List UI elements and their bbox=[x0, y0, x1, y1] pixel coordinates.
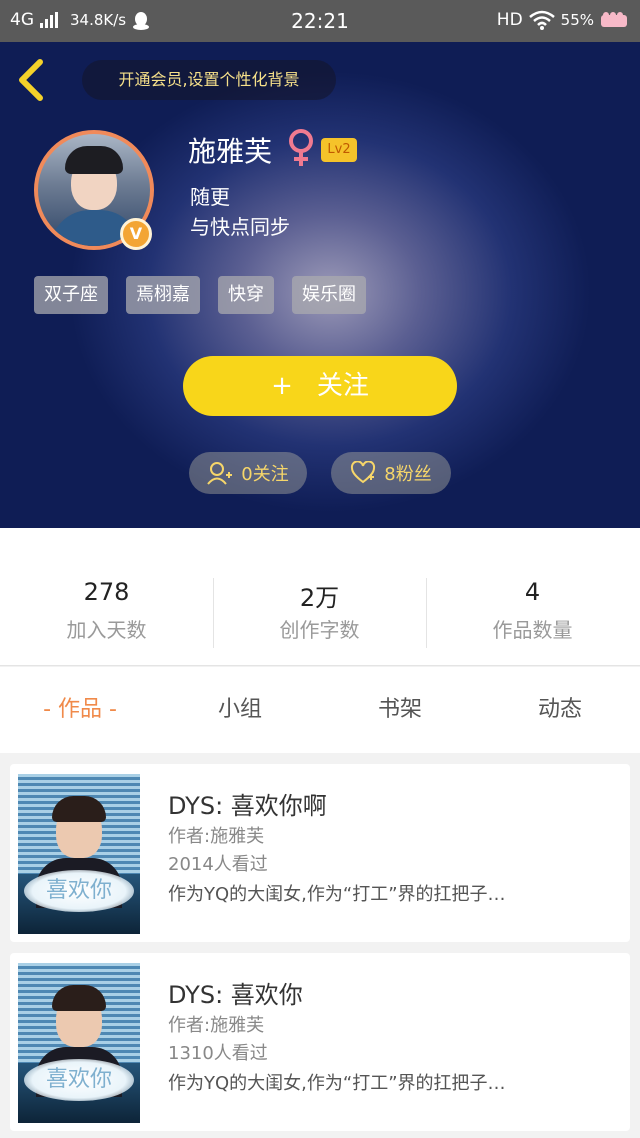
follow-label: 关注 bbox=[316, 371, 369, 401]
heart-icon bbox=[351, 461, 376, 484]
level-badge: Lv2 bbox=[321, 138, 357, 162]
fans-count-button[interactable]: 8粉丝 bbox=[331, 452, 451, 494]
hd-indicator: HD bbox=[496, 10, 523, 30]
profile-header: 开通会员,设置个性化背景 V 施雅芙 Lv2 随更 与快点同步 双子座 焉栩嘉 … bbox=[0, 42, 640, 528]
bio-line: 与快点同步 bbox=[190, 215, 290, 239]
works-list: 喜欢你 DYS: 喜欢你啊 作者:施雅芙 2014人看过 作为YQ的大闺女,作为… bbox=[0, 753, 640, 1138]
stat-label: 作品数量 bbox=[492, 618, 573, 642]
profile-tabs: - 作品 - 小组 书架 动态 bbox=[0, 667, 640, 753]
cover-title: 喜欢你 bbox=[24, 870, 134, 912]
bio-line: 随更 bbox=[190, 185, 230, 209]
following-count-button[interactable]: 0关注 bbox=[189, 452, 307, 494]
work-description: 作为YQ的大闺女,作为“打工”界的扛把子… bbox=[168, 884, 506, 905]
tab-works[interactable]: - 作品 - bbox=[0, 691, 160, 723]
vip-background-prompt[interactable]: 开通会员,设置个性化背景 bbox=[82, 60, 336, 100]
tag-list: 双子座 焉栩嘉 快穿 娱乐圈 bbox=[34, 276, 366, 314]
tag-chip[interactable]: 娱乐圈 bbox=[292, 276, 366, 314]
tag-chip[interactable]: 双子座 bbox=[34, 276, 108, 314]
stat-label: 创作字数 bbox=[279, 618, 360, 642]
work-views: 1310人看过 bbox=[168, 1043, 268, 1064]
add-user-icon bbox=[207, 462, 233, 485]
book-cover: 喜欢你 bbox=[18, 963, 140, 1123]
profile-bio: 随更 与快点同步 bbox=[190, 182, 290, 242]
tab-bookshelf[interactable]: 书架 bbox=[320, 691, 480, 723]
battery-level: 55% bbox=[560, 11, 594, 29]
stat-value: 278 bbox=[83, 578, 130, 606]
chevron-left-icon bbox=[19, 59, 43, 101]
verified-badge: V bbox=[120, 218, 152, 250]
work-description: 作为YQ的大闺女,作为“打工”界的扛把子… bbox=[168, 1073, 506, 1094]
stat-value: 2万 bbox=[299, 584, 340, 612]
stat-words-written: 2万 创作字数 bbox=[213, 578, 426, 643]
back-button[interactable] bbox=[14, 58, 50, 102]
following-count: 0关注 bbox=[241, 464, 289, 485]
work-title: DYS: 喜欢你 bbox=[168, 981, 303, 1009]
list-item[interactable]: 喜欢你 DYS: 喜欢你啊 作者:施雅芙 2014人看过 作为YQ的大闺女,作为… bbox=[10, 764, 630, 942]
username: 施雅芙 bbox=[188, 135, 273, 168]
tag-chip[interactable]: 焉栩嘉 bbox=[126, 276, 200, 314]
profile-stats: 278 加入天数 2万 创作字数 4 作品数量 bbox=[0, 528, 640, 666]
status-bar: 4G 34.8K/s 22:21 HD 55% bbox=[0, 0, 640, 42]
cover-title: 喜欢你 bbox=[24, 1059, 134, 1101]
work-author: 作者:施雅芙 bbox=[168, 1015, 265, 1036]
list-item[interactable]: 喜欢你 DYS: 喜欢你 作者:施雅芙 1310人看过 作为YQ的大闺女,作为“… bbox=[10, 953, 630, 1131]
stat-label: 加入天数 bbox=[66, 618, 147, 642]
battery-icon bbox=[601, 12, 627, 27]
status-right: HD 55% bbox=[497, 10, 630, 30]
work-views: 2014人看过 bbox=[168, 854, 268, 875]
follow-button[interactable]: + 关注 bbox=[183, 356, 457, 416]
stat-value: 4 bbox=[524, 578, 541, 606]
work-author: 作者:施雅芙 bbox=[168, 826, 265, 847]
stat-works-count: 4 作品数量 bbox=[426, 578, 639, 643]
tab-groups[interactable]: 小组 bbox=[160, 691, 320, 723]
work-title: DYS: 喜欢你啊 bbox=[168, 792, 327, 820]
female-icon bbox=[289, 129, 313, 166]
stat-days-joined: 278 加入天数 bbox=[0, 578, 213, 643]
wifi-icon bbox=[528, 10, 555, 30]
plus-icon: + bbox=[271, 371, 293, 401]
book-cover: 喜欢你 bbox=[18, 774, 140, 934]
tab-activity[interactable]: 动态 bbox=[480, 691, 640, 723]
fans-count: 8粉丝 bbox=[384, 464, 432, 485]
tag-chip[interactable]: 快穿 bbox=[218, 276, 274, 314]
